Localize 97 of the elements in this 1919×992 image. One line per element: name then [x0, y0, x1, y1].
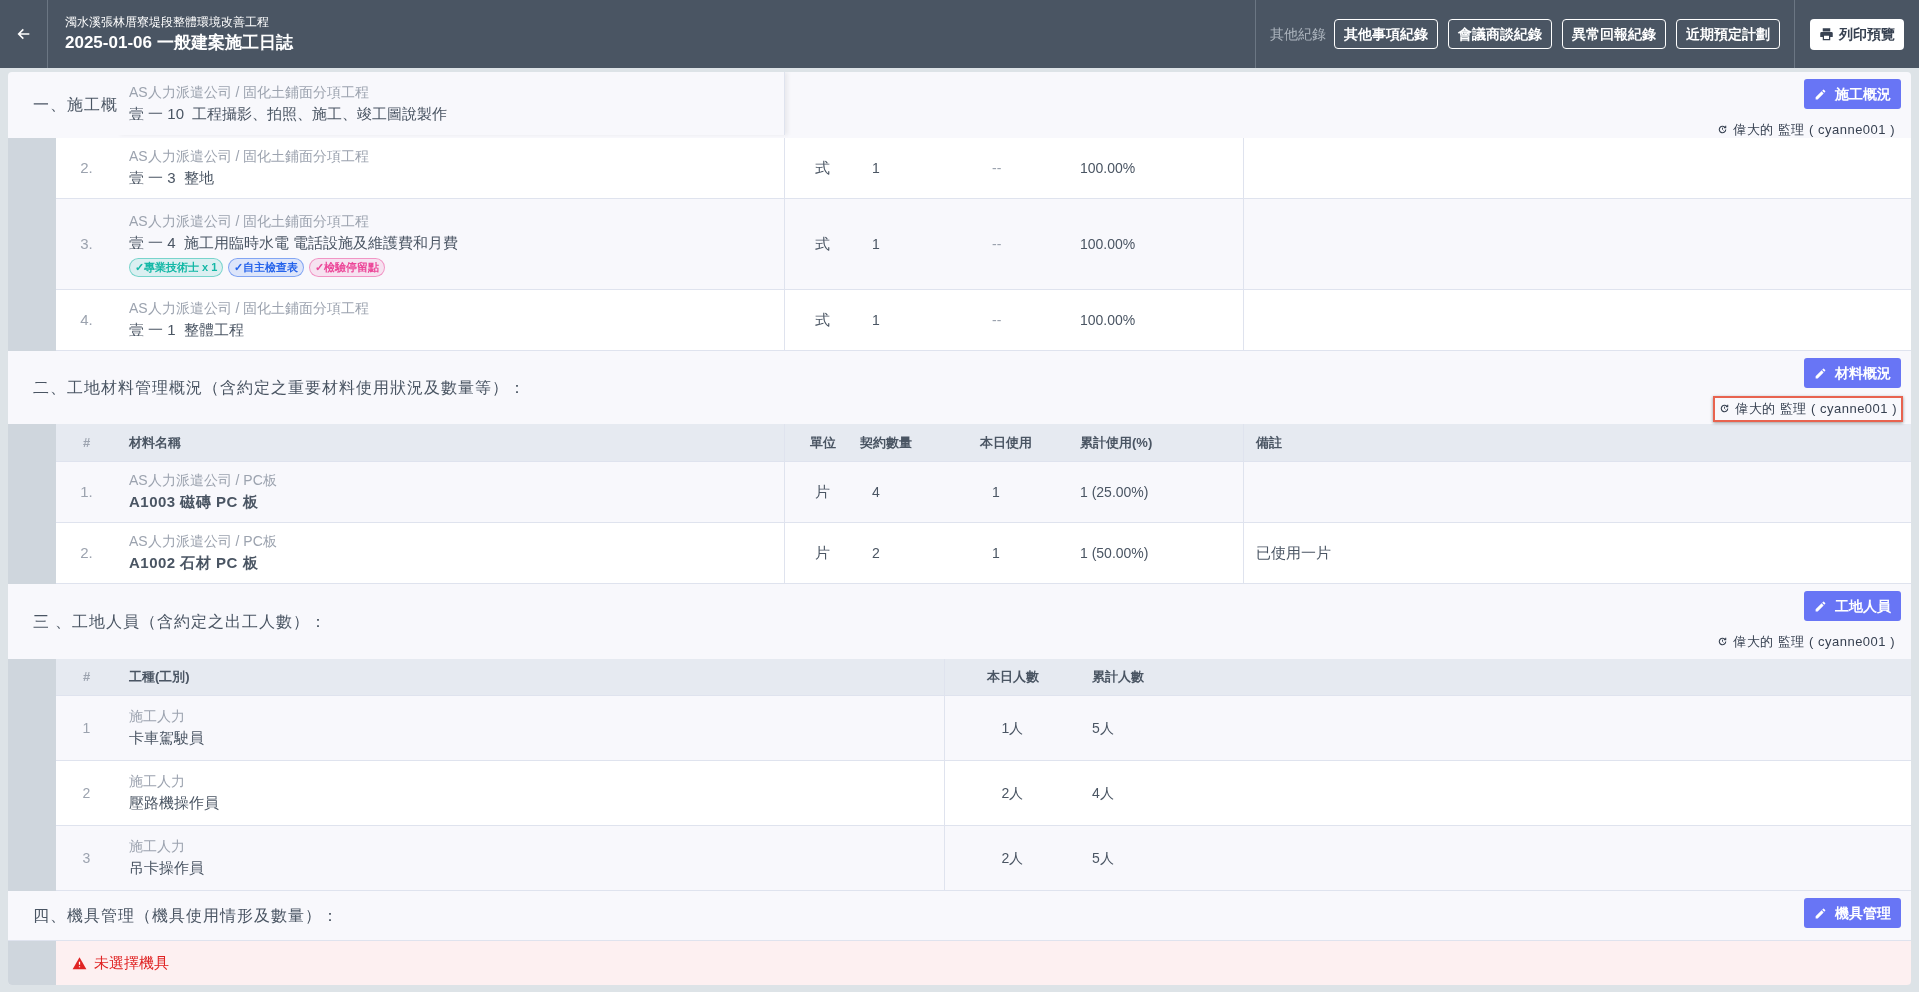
- status-tag: ✓專業技術士 x 1: [129, 258, 224, 278]
- table-cell-text: 式: [814, 157, 831, 178]
- table-cell-text: 5人: [1091, 848, 1115, 868]
- item-category: 施工人力: [129, 707, 186, 727]
- item-category: AS人力派遣公司 / 固化土鋪面分項工程: [129, 82, 371, 102]
- status-tag: ✓檢驗停留點: [309, 258, 386, 278]
- column-header: 本日人數: [985, 668, 1040, 687]
- other-records-label: 其他紀錄: [1270, 24, 1326, 44]
- table-cell-text: 2: [81, 783, 92, 803]
- table-cell-text: 1: [991, 543, 1001, 563]
- table-cell-text: 4人: [1091, 783, 1115, 803]
- back-arrow-icon: [15, 26, 32, 42]
- table-cell-text: 100.00%: [1080, 310, 1137, 330]
- table-cell-text: 片: [814, 481, 831, 502]
- table-cell-text: 3.: [79, 233, 94, 254]
- column-header: 累計人數: [1091, 668, 1145, 687]
- table-cell-text: 1.: [79, 481, 94, 502]
- column-header: 契約數量: [860, 433, 913, 452]
- history-icon: [1717, 636, 1729, 648]
- column-header: 累計使用(%): [1080, 433, 1154, 452]
- table-cell: 已使用一片: [1243, 523, 1911, 583]
- table-cell-text: 2人: [1000, 783, 1025, 803]
- item-category: AS人力派遣公司 / 固化土鋪面分項工程: [129, 299, 371, 319]
- item-name: 卡車駕駛員: [129, 728, 205, 749]
- item-name: 壹 一 4 施工用臨時水電 電話設施及維護費和月費: [129, 232, 460, 253]
- item-name: 壹 一 3 整地: [129, 168, 215, 189]
- edit-button[interactable]: 施工概況: [1804, 79, 1901, 109]
- table-cell-text: 2.: [79, 157, 94, 178]
- column-header: #: [81, 433, 92, 452]
- table-cell-text: --: [991, 158, 1003, 178]
- author-label: 偉大的 監理 ( cyanne001 ): [1713, 396, 1903, 422]
- table-cell-text: 1: [991, 482, 1001, 502]
- section-title: 二、工地材料管理概況（含約定之重要材料使用狀況及數量等）：: [33, 377, 526, 398]
- author-label: 偉大的 監理 ( cyanne001 ): [1711, 117, 1901, 143]
- section-title: 一、施工概: [33, 95, 118, 115]
- warning-icon: [72, 955, 87, 971]
- alert-text: 未選擇機具: [94, 952, 169, 973]
- section-title: 三 、工地人員（含約定之出工人數）：: [33, 611, 328, 632]
- page-title: 2025-01-06 一般建案施工日誌: [65, 32, 293, 54]
- history-icon: [1719, 403, 1731, 415]
- pencil-icon: [1814, 87, 1827, 101]
- table-cell-text: 2.: [79, 542, 94, 563]
- item-name: 壹 一 1 整體工程: [129, 320, 245, 341]
- table-cell-text: 100.00%: [1080, 234, 1137, 254]
- item-name: 壹 一 10 工程攝影、拍照、施工、竣工圖說製作: [129, 103, 449, 124]
- table-cell-text: 式: [814, 233, 831, 254]
- table-cell-text: 2: [871, 543, 881, 563]
- table-cell-text: 1 (25.00%): [1080, 482, 1150, 502]
- item-category: AS人力派遣公司 / 固化土鋪面分項工程: [129, 211, 371, 231]
- item-name: 壓路機操作員: [129, 793, 220, 814]
- item-category: AS人力派遣公司 / PC板: [129, 471, 278, 491]
- item-name: 吊卡操作員: [129, 858, 205, 879]
- item-name: A1003 磁磚 PC 板: [129, 492, 260, 513]
- table-cell-text: 4.: [79, 309, 94, 330]
- status-tag: ✓自主檢查表: [228, 258, 305, 278]
- item-category: AS人力派遣公司 / PC板: [129, 532, 278, 552]
- pencil-icon: [1814, 599, 1827, 613]
- record-button[interactable]: 其他事項紀錄: [1334, 19, 1438, 49]
- edit-button[interactable]: 工地人員: [1804, 591, 1901, 621]
- edit-button[interactable]: 機具管理: [1804, 898, 1901, 928]
- table-cell-text: 1人: [1000, 718, 1025, 738]
- column-header: 單位: [808, 433, 837, 452]
- table-cell-text: --: [991, 234, 1003, 254]
- edit-button[interactable]: 材料概況: [1804, 358, 1901, 388]
- table-cell-text: 式: [814, 309, 831, 330]
- record-button[interactable]: 近期預定計劃: [1676, 19, 1780, 49]
- table-cell-text: --: [991, 310, 1003, 330]
- column-header: 材料名稱: [117, 424, 785, 461]
- history-icon: [1717, 124, 1729, 136]
- column-header: 本日使用: [980, 433, 1033, 452]
- record-button[interactable]: 異常回報紀錄: [1562, 19, 1666, 49]
- table-cell-text: 100.00%: [1080, 158, 1137, 178]
- column-header: 備註: [1243, 424, 1911, 461]
- column-header: #: [81, 668, 92, 687]
- column-header: 工種(工別): [117, 659, 945, 695]
- section-title: 四、機具管理（機具使用情形及數量）：: [33, 905, 339, 926]
- print-button[interactable]: 列印預覽: [1810, 18, 1904, 50]
- table-cell-text: 片: [814, 542, 831, 563]
- printer-icon: [1819, 26, 1834, 42]
- record-button[interactable]: 會議商談紀錄: [1448, 19, 1552, 49]
- table-cell-text: 1: [871, 234, 881, 254]
- table-cell-text: 3: [81, 848, 92, 868]
- item-category: 施工人力: [129, 837, 186, 857]
- table-cell-text: 1 (50.00%): [1080, 543, 1150, 563]
- pencil-icon: [1814, 906, 1827, 920]
- table-cell-text: 4: [871, 482, 881, 502]
- pencil-icon: [1814, 366, 1827, 380]
- table-cell-text: 1: [871, 158, 881, 178]
- item-category: AS人力派遣公司 / 固化土鋪面分項工程: [129, 147, 371, 167]
- table-cell-text: 2人: [1000, 848, 1025, 868]
- project-name: 濁水溪張林厝寮堤段整體環境改善工程: [65, 14, 270, 30]
- item-name: A1002 石材 PC 板: [129, 553, 260, 574]
- table-cell-text: 5人: [1091, 718, 1115, 738]
- table-cell-text: 1: [871, 310, 881, 330]
- author-label: 偉大的 監理 ( cyanne001 ): [1711, 629, 1901, 655]
- table-cell-text: 1: [81, 718, 92, 738]
- item-category: 施工人力: [129, 772, 186, 792]
